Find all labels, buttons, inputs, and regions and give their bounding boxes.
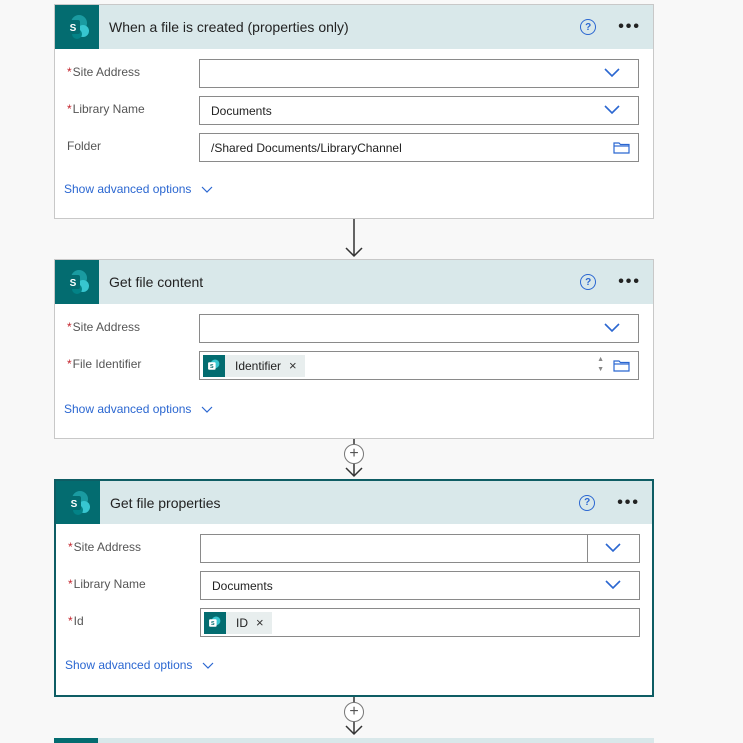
library-name-row: *Library Name Documents [56,571,652,601]
dynamic-content-token[interactable]: S ID × [204,611,272,634]
show-advanced-options-link[interactable]: Show advanced options [64,182,213,196]
show-advanced-options-link[interactable]: Show advanced options [64,402,213,416]
id-label: *Id [68,614,84,628]
folder-icon[interactable] [613,141,630,154]
site-address-label: *Site Address [67,65,141,79]
site-address-dropdown[interactable] [199,314,639,343]
id-input[interactable]: S ID × [200,608,640,637]
sharepoint-logo-icon: S [56,481,100,524]
library-name-dropdown[interactable]: Documents [199,96,639,125]
show-advanced-options-link[interactable]: Show advanced options [65,658,214,672]
chevron-down-icon[interactable] [604,105,620,115]
folder-label: Folder [67,139,102,153]
chevron-down-icon[interactable] [605,580,621,590]
svg-text:S: S [70,23,77,34]
folder-icon[interactable] [613,359,630,372]
library-name-label: *Library Name [68,577,146,591]
sharepoint-logo-icon: S [55,5,99,49]
chevron-down-icon [203,662,214,669]
site-address-label: *Site Address [68,540,142,554]
dynamic-content-token[interactable]: S Identifier × [203,354,305,377]
card-title[interactable]: When a file is created (properties only) [109,19,580,35]
next-card[interactable] [54,738,654,743]
token-label: Identifier [235,358,282,373]
help-icon[interactable]: ? [580,274,597,290]
remove-token-icon[interactable]: × [256,615,264,630]
get-file-properties-card[interactable]: S Get file properties ? ••• *Site Addres… [54,479,654,697]
card-title[interactable]: Get file properties [110,495,579,511]
chevron-down-icon[interactable] [604,68,620,78]
sharepoint-logo-icon: S [203,354,225,377]
add-step-icon[interactable]: + [344,702,364,722]
help-icon[interactable]: ? [580,19,597,35]
site-address-row: *Site Address [55,314,653,344]
library-name-row: *Library Name Documents [55,96,653,126]
chevron-down-icon[interactable] [605,543,621,553]
site-address-row: *Site Address [56,534,652,564]
file-identifier-row: *File Identifier S Identifier × ▲ ▼ [55,351,653,381]
card-title[interactable]: Get file content [109,274,580,290]
help-icon[interactable]: ? [579,494,596,511]
get-file-content-card: S Get file content ? ••• *Site Address *… [54,259,654,439]
card-header[interactable]: S When a file is created (properties onl… [55,5,653,49]
site-address-dropdown[interactable] [199,59,639,88]
chevron-down-icon [202,186,213,193]
more-icon[interactable]: ••• [618,19,641,35]
folder-input[interactable]: /Shared Documents/LibraryChannel [199,133,639,162]
svg-text:S: S [210,364,214,370]
svg-text:S: S [70,278,77,289]
stepper-icon[interactable]: ▲ ▼ [597,355,604,375]
token-label: ID [236,615,248,630]
site-address-dropdown[interactable] [200,534,640,563]
down-arrow-icon [345,219,363,258]
card-header[interactable]: S Get file properties ? ••• [56,481,652,524]
svg-text:S: S [71,499,78,510]
more-icon[interactable]: ••• [618,274,641,290]
file-identifier-input[interactable]: S Identifier × ▲ ▼ [199,351,639,380]
svg-text:S: S [211,621,215,627]
more-icon[interactable]: ••• [617,494,640,510]
library-name-label: *Library Name [67,102,145,116]
remove-token-icon[interactable]: × [289,358,297,373]
trigger-card: S When a file is created (properties onl… [54,4,654,219]
file-identifier-label: *File Identifier [67,357,142,371]
add-step-icon[interactable]: + [344,444,364,464]
sharepoint-logo-icon: S [204,611,226,634]
chevron-down-icon [202,406,213,413]
chevron-down-icon[interactable] [604,323,620,333]
sharepoint-logo-icon: S [55,260,99,304]
site-address-label: *Site Address [67,320,141,334]
id-row: *Id S ID × [56,608,652,638]
library-name-dropdown[interactable]: Documents [200,571,640,600]
site-address-row: *Site Address [55,59,653,89]
folder-row: Folder /Shared Documents/LibraryChannel [55,133,653,163]
card-header[interactable]: S Get file content ? ••• [55,260,653,304]
